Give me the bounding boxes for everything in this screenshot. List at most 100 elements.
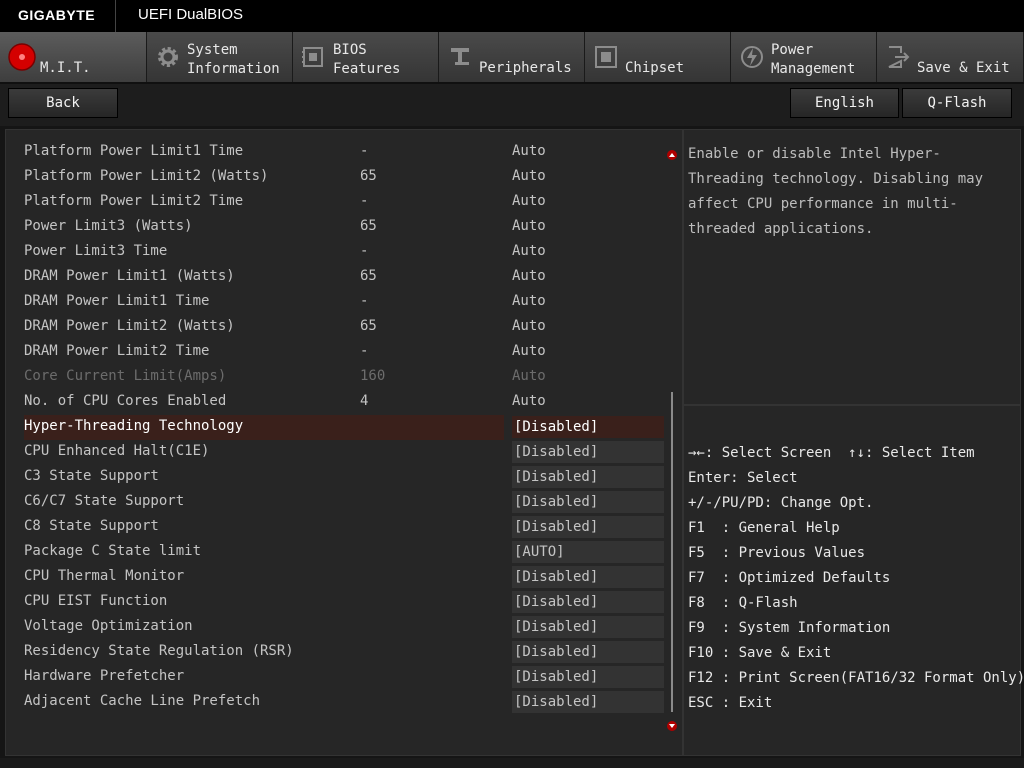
setting-value[interactable]: Auto [512, 243, 546, 259]
key-legend-panel: →←: Select Screen ↑↓: Select Item Enter:… [683, 405, 1024, 756]
setting-value[interactable]: Auto [512, 393, 546, 409]
setting-row[interactable]: CPU Enhanced Halt(C1E) [Disabled] [6, 440, 666, 465]
setting-value-dropdown[interactable]: [Disabled] [512, 416, 664, 439]
setting-value: Auto [512, 368, 546, 384]
app-title: UEFI DualBIOS [138, 6, 244, 23]
tab-label: System Information [187, 42, 280, 77]
setting-row[interactable]: CPU Thermal Monitor [Disabled] [6, 565, 666, 590]
scroll-down-arrow-icon[interactable] [666, 721, 678, 731]
brand-logo: GIGABYTE [18, 7, 96, 23]
setting-value-dropdown[interactable]: [Disabled] [512, 491, 664, 514]
setting-value[interactable]: Auto [512, 343, 546, 359]
setting-name: Adjacent Cache Line Prefetch [24, 693, 261, 709]
setting-row[interactable]: Platform Power Limit1 Time - Auto [6, 140, 666, 165]
tab-power-management[interactable]: Power Management [731, 32, 877, 82]
setting-row[interactable]: Platform Power Limit2 Time - Auto [6, 190, 666, 215]
setting-current-value: - [360, 143, 369, 159]
setting-name: C8 State Support [24, 518, 159, 534]
tab-bios-features[interactable]: BIOS Features [293, 32, 439, 82]
setting-value-dropdown[interactable]: [Disabled] [512, 466, 664, 489]
qflash-button[interactable]: Q-Flash [902, 88, 1012, 118]
gear-icon [158, 47, 178, 67]
tab-peripherals[interactable]: Peripherals [439, 32, 585, 82]
language-button[interactable]: English [790, 88, 899, 118]
setting-name: DRAM Power Limit2 Time [24, 343, 210, 359]
setting-name: Package C State limit [24, 543, 202, 559]
setting-value[interactable]: Auto [512, 318, 546, 334]
key-hint: F10 : Save & Exit [688, 645, 832, 661]
setting-name: No. of CPU Cores Enabled [24, 393, 227, 409]
setting-value[interactable]: Auto [512, 218, 546, 234]
setting-value-dropdown[interactable]: [Disabled] [512, 591, 664, 614]
key-hint: F8 : Q-Flash [688, 595, 798, 611]
exit-icon [888, 46, 910, 68]
tab-chipset[interactable]: Chipset [585, 32, 731, 82]
setting-row[interactable]: Voltage Optimization [Disabled] [6, 615, 666, 640]
chipset-icon [595, 46, 617, 68]
setting-row[interactable]: C8 State Support [Disabled] [6, 515, 666, 540]
setting-value-dropdown[interactable]: [AUTO] [512, 541, 664, 564]
setting-name: C3 State Support [24, 468, 159, 484]
setting-value[interactable]: Auto [512, 168, 546, 184]
setting-row[interactable]: Platform Power Limit2 (Watts) 65 Auto [6, 165, 666, 190]
tab-label: Chipset [625, 60, 685, 76]
setting-name: DRAM Power Limit1 Time [24, 293, 210, 309]
setting-value-dropdown[interactable]: [Disabled] [512, 691, 664, 714]
button-bar: Back English Q-Flash [0, 84, 1024, 126]
setting-value[interactable]: Auto [512, 268, 546, 284]
setting-value-dropdown[interactable]: [Disabled] [512, 616, 664, 639]
setting-current-value: - [360, 243, 369, 259]
setting-value-dropdown[interactable]: [Disabled] [512, 641, 664, 664]
setting-row[interactable]: Power Limit3 (Watts) 65 Auto [6, 215, 666, 240]
setting-row[interactable]: Residency State Regulation (RSR) [Disabl… [6, 640, 666, 665]
scrollbar[interactable] [671, 392, 673, 712]
scroll-up-arrow-icon[interactable] [666, 150, 678, 160]
setting-row[interactable]: DRAM Power Limit2 Time - Auto [6, 340, 666, 365]
setting-value-dropdown[interactable]: [Disabled] [512, 441, 664, 464]
key-hint: F5 : Previous Values [688, 545, 866, 561]
setting-row[interactable]: DRAM Power Limit1 Time - Auto [6, 290, 666, 315]
tab-mit[interactable]: M.I.T. [0, 32, 147, 82]
setting-value-dropdown[interactable]: [Disabled] [512, 566, 664, 589]
setting-value-dropdown[interactable]: [Disabled] [512, 516, 664, 539]
setting-value[interactable]: Auto [512, 193, 546, 209]
setting-row-selected[interactable]: Hyper-Threading Technology [Disabled] [6, 415, 666, 440]
setting-value-dropdown[interactable]: [Disabled] [512, 666, 664, 689]
tab-system-information[interactable]: System Information [147, 32, 293, 82]
setting-name: CPU Enhanced Halt(C1E) [24, 443, 210, 459]
setting-name: CPU EIST Function [24, 593, 168, 609]
setting-name: Platform Power Limit2 Time [24, 193, 244, 209]
setting-name: Voltage Optimization [24, 618, 193, 634]
mit-red-dot-icon [8, 43, 36, 71]
setting-row[interactable]: DRAM Power Limit1 (Watts) 65 Auto [6, 265, 666, 290]
back-button[interactable]: Back [8, 88, 118, 118]
tab-save-exit[interactable]: Save & Exit [877, 32, 1024, 82]
setting-row[interactable]: Package C State limit [AUTO] [6, 540, 666, 565]
key-hint: F7 : Optimized Defaults [688, 570, 891, 586]
setting-current-value: 65 [360, 268, 377, 284]
bios-chip-icon [302, 47, 323, 67]
setting-name: CPU Thermal Monitor [24, 568, 185, 584]
setting-row[interactable]: Adjacent Cache Line Prefetch [Disabled] [6, 690, 666, 715]
setting-name: Residency State Regulation (RSR) [24, 643, 294, 659]
setting-row[interactable]: C3 State Support [Disabled] [6, 465, 666, 490]
tab-label: M.I.T. [40, 60, 91, 76]
key-hint: Enter: Select [688, 470, 798, 486]
setting-row[interactable]: No. of CPU Cores Enabled 4 Auto [6, 390, 666, 415]
key-hint: F12 : Print Screen(FAT16/32 Format Only) [688, 670, 1024, 686]
key-hint: F1 : General Help [688, 520, 840, 536]
setting-name: Power Limit3 (Watts) [24, 218, 193, 234]
setting-row[interactable]: C6/C7 State Support [Disabled] [6, 490, 666, 515]
setting-row[interactable]: CPU EIST Function [Disabled] [6, 590, 666, 615]
tab-bar: M.I.T. System Information BIOS Features … [0, 32, 1024, 84]
setting-row[interactable]: DRAM Power Limit2 (Watts) 65 Auto [6, 315, 666, 340]
setting-name: Hardware Prefetcher [24, 668, 185, 684]
setting-row[interactable]: Power Limit3 Time - Auto [6, 240, 666, 265]
help-text: Enable or disable Intel Hyper-Threading … [688, 146, 984, 237]
setting-value[interactable]: Auto [512, 143, 546, 159]
setting-value[interactable]: Auto [512, 293, 546, 309]
setting-name: Platform Power Limit2 (Watts) [24, 168, 269, 184]
setting-current-value: 65 [360, 318, 377, 334]
setting-row[interactable]: Hardware Prefetcher [Disabled] [6, 665, 666, 690]
setting-name: Core Current Limit(Amps) [24, 368, 227, 384]
